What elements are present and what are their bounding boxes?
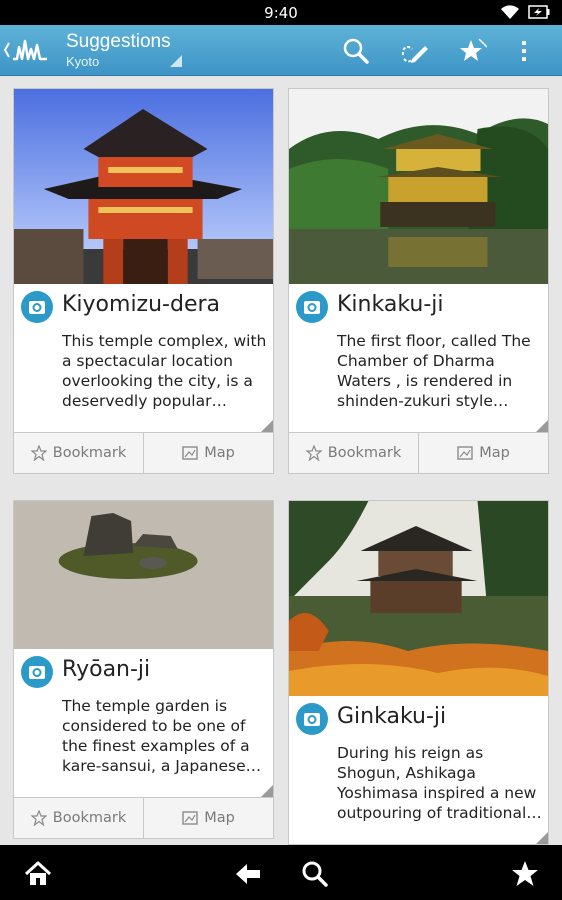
place-photo[interactable] xyxy=(14,89,273,284)
page-title[interactable]: Suggestions xyxy=(66,31,171,53)
home-icon[interactable] xyxy=(24,860,52,888)
status-time: 9:40 xyxy=(264,4,298,22)
bookmark-label: Bookmark xyxy=(327,445,402,461)
place-title[interactable]: Ryōan-ji xyxy=(62,657,150,682)
map-label: Map xyxy=(204,445,235,461)
bookmark-label: Bookmark xyxy=(52,445,127,461)
bookmark-label: Bookmark xyxy=(52,810,127,826)
corner-indicator xyxy=(261,420,273,432)
spinner-arrow-icon[interactable] xyxy=(170,55,182,67)
place-photo[interactable] xyxy=(14,501,273,649)
map-label: Map xyxy=(479,445,510,461)
navigation-bar xyxy=(0,845,562,900)
camera-icon xyxy=(21,291,53,323)
back-icon[interactable] xyxy=(234,860,262,888)
card-actions: Bookmark Map xyxy=(289,432,548,473)
map-button[interactable]: Map xyxy=(143,798,273,838)
map-label: Map xyxy=(204,810,235,826)
camera-icon xyxy=(21,656,53,688)
camera-icon xyxy=(296,291,328,323)
place-title[interactable]: Kinkaku-ji xyxy=(337,292,444,317)
app-logo-icon[interactable] xyxy=(12,37,48,63)
battery-icon xyxy=(528,5,550,19)
place-card[interactable]: Ginkaku-ji During his reign as Shogun, A… xyxy=(288,500,549,845)
star-icon[interactable] xyxy=(511,860,539,888)
corner-indicator xyxy=(536,420,548,432)
status-bar: 9:40 xyxy=(0,0,562,25)
bookmark-button[interactable]: Bookmark xyxy=(289,433,418,473)
edit-icon[interactable] xyxy=(400,37,428,65)
search-icon[interactable] xyxy=(342,37,370,65)
map-button[interactable]: Map xyxy=(418,433,548,473)
place-description: This temple complex, with a spectacular … xyxy=(62,332,267,410)
map-icon xyxy=(182,446,198,460)
star-outline-icon xyxy=(305,445,322,461)
place-description: The temple garden is considered to be on… xyxy=(62,697,262,775)
card-actions: Bookmark Map xyxy=(14,432,273,473)
location-subtitle[interactable]: Kyoto xyxy=(66,54,99,69)
place-description: The first floor, called The Chamber of D… xyxy=(337,332,531,410)
place-photo[interactable] xyxy=(289,501,548,696)
bookmark-button[interactable]: Bookmark xyxy=(14,798,143,838)
card-actions: Bookmark Map xyxy=(14,797,273,838)
favorites-icon[interactable] xyxy=(459,37,487,65)
search-icon[interactable] xyxy=(301,860,329,888)
bookmark-button[interactable]: Bookmark xyxy=(14,433,143,473)
overflow-menu-icon[interactable] xyxy=(518,37,530,65)
place-title[interactable]: Kiyomizu-dera xyxy=(62,292,220,317)
wifi-icon xyxy=(501,5,519,19)
star-outline-icon xyxy=(30,810,47,826)
place-title[interactable]: Ginkaku-ji xyxy=(337,704,446,729)
place-description: During his reign as Shogun, Ashikaga Yos… xyxy=(337,744,542,822)
map-button[interactable]: Map xyxy=(143,433,273,473)
place-card[interactable]: Kiyomizu-dera This temple complex, with … xyxy=(13,88,274,474)
up-icon[interactable] xyxy=(3,41,11,59)
star-outline-icon xyxy=(30,445,47,461)
corner-indicator xyxy=(261,785,273,797)
place-photo[interactable] xyxy=(289,89,548,284)
place-card[interactable]: Ryōan-ji The temple garden is considered… xyxy=(13,500,274,839)
map-icon xyxy=(182,811,198,825)
corner-indicator xyxy=(536,832,548,844)
action-bar: Suggestions Kyoto xyxy=(0,25,562,76)
map-icon xyxy=(457,446,473,460)
place-card[interactable]: Kinkaku-ji The first floor, called The C… xyxy=(288,88,549,474)
camera-icon xyxy=(296,703,328,735)
